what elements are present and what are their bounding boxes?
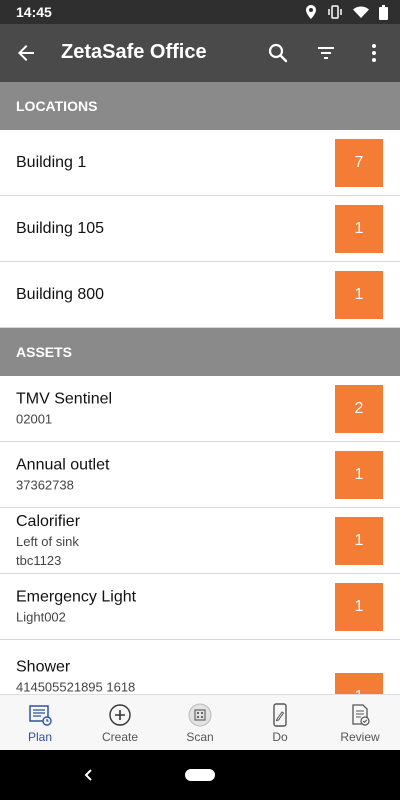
asset-row[interactable]: Calorifier Left of sink tbc1123 1 xyxy=(0,508,400,574)
asset-code: tbc1123 xyxy=(16,552,62,568)
app-bar-actions xyxy=(266,41,386,65)
search-icon[interactable] xyxy=(266,41,290,65)
asset-row[interactable]: TMV Sentinel 02001 2 xyxy=(0,376,400,442)
nav-create[interactable]: Create xyxy=(80,695,160,750)
asset-row[interactable]: Emergency Light Light002 1 xyxy=(0,574,400,640)
section-header-locations: LOCATIONS xyxy=(0,82,400,130)
nav-review[interactable]: Review xyxy=(320,695,400,750)
plus-circle-icon xyxy=(109,703,131,726)
asset-row[interactable]: Shower 414505521895 1618 1 xyxy=(0,640,400,694)
location-row[interactable]: Building 1 7 xyxy=(0,130,400,196)
nav-label: Do xyxy=(272,729,288,744)
asset-code: 414505521895 1618 xyxy=(16,679,136,695)
status-bar: 14:45 xyxy=(0,0,400,24)
asset-code: 02001 xyxy=(16,411,53,426)
back-arrow-icon[interactable] xyxy=(14,41,38,65)
location-row[interactable]: Building 105 1 xyxy=(0,196,400,262)
count-badge: 2 xyxy=(335,384,383,433)
bottom-nav: Plan Create Scan Do Review xyxy=(0,694,400,750)
location-icon xyxy=(306,5,316,19)
more-vert-icon[interactable] xyxy=(362,41,386,65)
plan-icon xyxy=(29,704,52,726)
filter-icon[interactable] xyxy=(314,41,338,65)
count-badge: 1 xyxy=(335,450,383,499)
system-home-button[interactable] xyxy=(185,769,215,781)
asset-code: 37362738 xyxy=(16,477,74,492)
asset-title: Emergency Light xyxy=(16,588,137,605)
battery-icon xyxy=(379,4,388,20)
nav-scan[interactable]: Scan xyxy=(160,695,240,750)
location-title: Building 105 xyxy=(16,219,105,237)
qr-code-icon xyxy=(188,703,212,726)
count-badge: 1 xyxy=(335,582,383,631)
asset-location: Left of sink xyxy=(16,533,79,549)
asset-row[interactable]: Annual outlet 37362738 1 xyxy=(0,442,400,508)
location-row[interactable]: Building 800 1 xyxy=(0,262,400,328)
asset-code: Light002 xyxy=(16,609,66,624)
count-badge: 1 xyxy=(335,673,383,694)
status-icons xyxy=(305,4,388,20)
asset-title: TMV Sentinel xyxy=(16,390,113,407)
status-time: 14:45 xyxy=(16,4,52,20)
nav-label: Review xyxy=(340,729,380,744)
nav-label: Plan xyxy=(27,729,53,744)
count-badge: 1 xyxy=(335,516,383,565)
asset-title: Annual outlet xyxy=(16,456,110,473)
section-header-assets: ASSETS xyxy=(0,328,400,376)
phone-pen-icon xyxy=(273,702,287,727)
count-badge: 7 xyxy=(335,138,383,187)
app-bar: ZetaSafe Office xyxy=(0,24,400,82)
system-back-icon[interactable] xyxy=(80,766,98,784)
wifi-icon xyxy=(353,6,369,18)
nav-plan[interactable]: Plan xyxy=(0,695,80,750)
count-badge: 1 xyxy=(335,204,383,253)
page-title: ZetaSafe Office xyxy=(61,41,207,63)
system-nav-bar xyxy=(0,750,400,800)
nav-label: Create xyxy=(101,729,139,744)
nav-label: Scan xyxy=(186,729,214,744)
location-title: Building 800 xyxy=(16,285,105,303)
asset-title: Shower xyxy=(16,658,71,676)
vibrate-icon xyxy=(328,5,342,19)
nav-do[interactable]: Do xyxy=(240,695,320,750)
location-title: Building 1 xyxy=(16,153,87,171)
count-badge: 1 xyxy=(335,270,383,319)
document-check-icon xyxy=(352,703,370,726)
asset-title: Calorifier xyxy=(16,512,81,530)
content-list: LOCATIONS Building 1 7 Building 105 1 Bu… xyxy=(0,82,400,694)
